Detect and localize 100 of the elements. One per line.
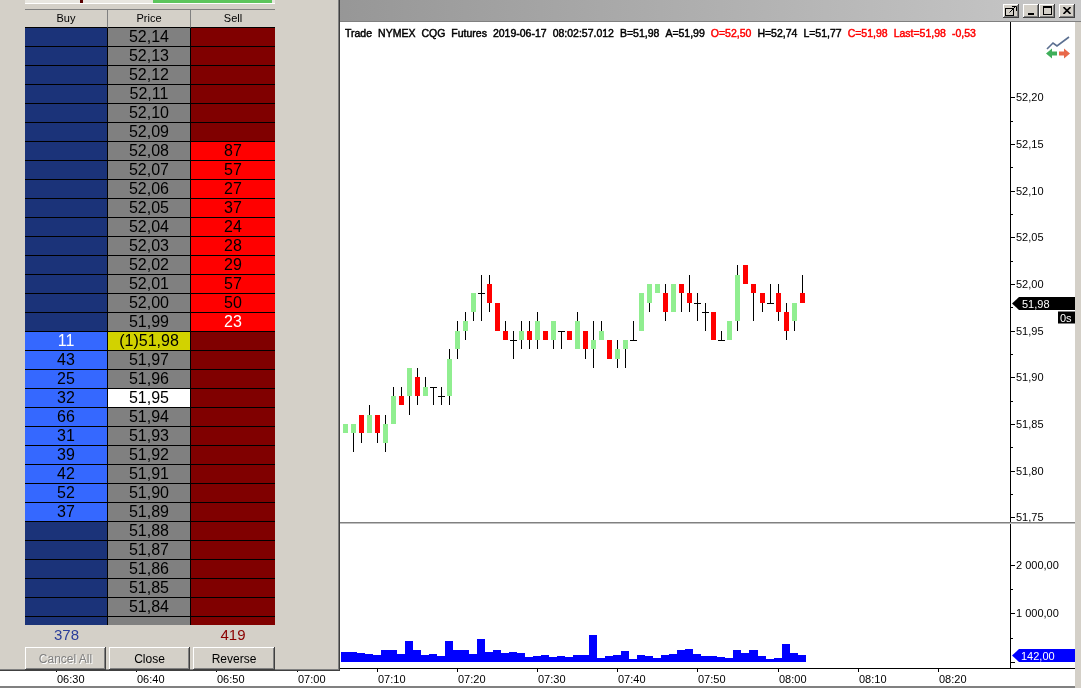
buy-cell[interactable]: 52 [25, 484, 108, 503]
buy-cell[interactable] [25, 199, 108, 218]
buy-cell[interactable] [25, 256, 108, 275]
sell-cell[interactable]: 57 [191, 161, 275, 180]
window-close-button[interactable] [1059, 3, 1075, 18]
buy-cell[interactable] [25, 237, 108, 256]
price-cell: 51,86 [108, 560, 191, 579]
buy-cell[interactable]: 66 [25, 408, 108, 427]
buy-cell[interactable]: 32 [25, 389, 108, 408]
sell-cell[interactable] [191, 389, 275, 408]
buy-cell[interactable] [25, 66, 108, 85]
buy-cell[interactable] [25, 560, 108, 579]
price-cell: 51,89 [108, 503, 191, 522]
axis-label: 51,95 [1016, 325, 1044, 337]
buy-cell[interactable] [25, 541, 108, 560]
axis-label: 52,10 [1016, 185, 1044, 197]
sell-cell[interactable] [191, 522, 275, 541]
sell-cell[interactable] [191, 66, 275, 85]
sell-total: 419 [219, 625, 247, 645]
axis-label: 08:10 [859, 673, 887, 685]
reverse-button[interactable]: Reverse [193, 647, 275, 670]
sell-cell[interactable] [191, 503, 275, 522]
price-cell: 51,94 [108, 408, 191, 427]
price-cell: 51,99 [108, 313, 191, 332]
buy-cell[interactable] [25, 598, 108, 617]
buy-cell[interactable]: 25 [25, 370, 108, 389]
buy-cell[interactable] [25, 28, 108, 47]
sell-cell[interactable] [191, 47, 275, 66]
buy-cell[interactable] [25, 180, 108, 199]
minimize-button[interactable] [1023, 3, 1039, 18]
price-cell: 51,92 [108, 446, 191, 465]
sell-cell[interactable] [191, 85, 275, 104]
sell-cell[interactable] [191, 446, 275, 465]
sell-cell[interactable] [191, 28, 275, 47]
sell-cell[interactable] [191, 123, 275, 142]
sell-cell[interactable] [191, 427, 275, 446]
close-button[interactable]: Close [109, 647, 190, 670]
sell-cell[interactable] [191, 560, 275, 579]
buy-cell[interactable] [25, 275, 108, 294]
axis-label: 08:20 [939, 673, 967, 685]
axis-label: 51,75 [1016, 511, 1044, 522]
buy-cell[interactable]: 11 [25, 332, 108, 351]
buy-cell[interactable]: 42 [25, 465, 108, 484]
buy-cell[interactable] [25, 579, 108, 598]
sell-cell[interactable] [191, 579, 275, 598]
price-cell: 52,13 [108, 47, 191, 66]
sell-cell[interactable]: 24 [191, 218, 275, 237]
sell-cell[interactable] [191, 408, 275, 427]
sell-cell[interactable]: 23 [191, 313, 275, 332]
last-price-tag: 51,98 [1012, 297, 1075, 310]
quote-field: Futures [451, 27, 487, 39]
sell-cell[interactable] [191, 351, 275, 370]
maximize-button[interactable] [1039, 3, 1055, 18]
sell-cell[interactable]: 37 [191, 199, 275, 218]
price-cell: 52,09 [108, 123, 191, 142]
price-cell: 51,87 [108, 541, 191, 560]
price-cell: 52,01 [108, 275, 191, 294]
axis-label: 06:40 [137, 673, 165, 685]
sell-cell[interactable]: 27 [191, 180, 275, 199]
sell-cell[interactable] [191, 465, 275, 484]
price-cell: 51,90 [108, 484, 191, 503]
axis-label: 06:50 [217, 673, 245, 685]
buy-cell[interactable] [25, 294, 108, 313]
buy-cell[interactable] [25, 123, 108, 142]
price-cell: 51,88 [108, 522, 191, 541]
sell-cell[interactable] [191, 332, 275, 351]
sell-cell[interactable] [191, 484, 275, 503]
quote-field: C=51,98 [847, 27, 888, 39]
axis-label: 51,90 [1016, 371, 1044, 383]
price-cell: 51,96 [108, 370, 191, 389]
buy-cell[interactable] [25, 161, 108, 180]
quote-field: B=51,98 [619, 27, 660, 39]
buy-cell[interactable] [25, 104, 108, 123]
buy-cell[interactable] [25, 313, 108, 332]
buy-cell[interactable] [25, 47, 108, 66]
axis-label: 52,05 [1016, 231, 1044, 243]
buy-cell[interactable] [25, 142, 108, 161]
trend-arrows-icon [1046, 36, 1070, 59]
axis-label: 52,20 [1016, 91, 1044, 103]
sell-cell[interactable]: 87 [191, 142, 275, 161]
sell-cell[interactable]: 50 [191, 294, 275, 313]
buy-cell[interactable]: 37 [25, 503, 108, 522]
sell-cell[interactable] [191, 370, 275, 389]
sell-cell[interactable]: 57 [191, 275, 275, 294]
quote-field: O=52,50 [710, 27, 752, 39]
sell-cell[interactable] [191, 541, 275, 560]
sell-cell[interactable] [191, 104, 275, 123]
axis-label: 07:50 [698, 673, 726, 685]
axis-label: 52,00 [1016, 278, 1044, 290]
buy-cell[interactable] [25, 85, 108, 104]
buy-cell[interactable]: 43 [25, 351, 108, 370]
sell-cell[interactable]: 29 [191, 256, 275, 275]
buy-cell[interactable] [25, 218, 108, 237]
buy-cell[interactable] [25, 522, 108, 541]
sell-cell[interactable]: 28 [191, 237, 275, 256]
sell-cell[interactable] [191, 598, 275, 617]
axis-label: 07:00 [298, 673, 326, 685]
popout-button[interactable] [1003, 3, 1019, 18]
buy-cell[interactable]: 39 [25, 446, 108, 465]
buy-cell[interactable]: 31 [25, 427, 108, 446]
